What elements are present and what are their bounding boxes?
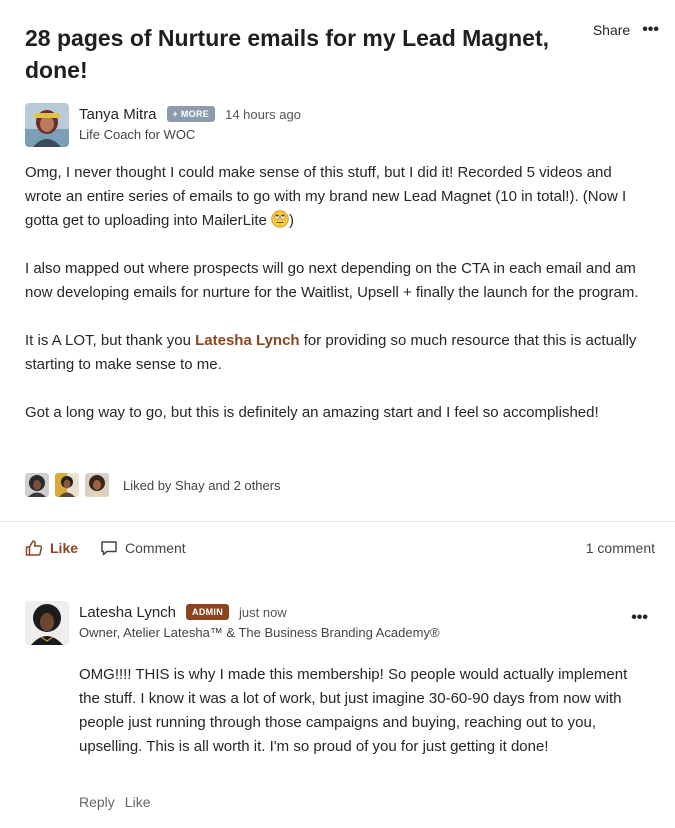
- eye-roll-emoji-icon: [271, 210, 289, 228]
- author-photo: [25, 103, 69, 147]
- share-button[interactable]: Share: [593, 22, 630, 38]
- more-options-icon[interactable]: •••: [642, 22, 659, 38]
- post-actions: Share •••: [593, 22, 659, 39]
- liker-avatar: [55, 473, 79, 497]
- comment-button[interactable]: Comment: [100, 539, 186, 557]
- like-button[interactable]: Like: [25, 539, 78, 557]
- comment-author: Latesha Lynch ADMIN just now Owner, Atel…: [25, 601, 440, 645]
- reply-button[interactable]: Reply: [79, 794, 115, 810]
- thumbs-up-icon: [25, 540, 43, 556]
- comment-timestamp: just now: [239, 604, 287, 620]
- comment-like-button[interactable]: Like: [125, 794, 151, 810]
- author-name[interactable]: Latesha Lynch: [79, 604, 176, 621]
- author-name[interactable]: Tanya Mitra: [79, 106, 157, 123]
- post-paragraph: I also mapped out where prospects will g…: [25, 260, 639, 301]
- post-paragraph: Omg, I never thought I could make sense …: [25, 164, 627, 229]
- post-paragraph: Got a long way to go, but this is defini…: [25, 404, 599, 421]
- liker-avatar: [85, 473, 109, 497]
- post-body: Omg, I never thought I could make sense …: [25, 161, 650, 449]
- avatar[interactable]: [25, 601, 69, 645]
- comment-bubble-icon: [101, 541, 117, 556]
- avatar[interactable]: [25, 103, 69, 147]
- comment-count[interactable]: 1 comment: [586, 540, 655, 556]
- post-author: Tanya Mitra + MORE 14 hours ago Life Coa…: [25, 103, 301, 147]
- member-badge[interactable]: + MORE: [166, 106, 216, 122]
- liker-avatar: [25, 473, 49, 497]
- post-action-bar: Like Comment 1 comment: [25, 537, 655, 559]
- author-subtitle: Life Coach for WOC: [79, 127, 196, 142]
- likers-row[interactable]: Liked by Shay and 2 others: [25, 473, 281, 497]
- divider: [0, 521, 675, 522]
- comment-body: OMG!!!! THIS is why I made this membersh…: [79, 666, 628, 755]
- liked-by-text[interactable]: Liked by Shay and 2 others: [123, 478, 281, 493]
- author-meta: Latesha Lynch ADMIN just now Owner, Atel…: [79, 601, 440, 645]
- author-meta: Tanya Mitra + MORE 14 hours ago Life Coa…: [79, 103, 301, 147]
- post-header: 28 pages of Nurture emails for my Lead M…: [25, 22, 585, 86]
- author-subtitle: Owner, Atelier Latesha™ & The Business B…: [79, 625, 440, 640]
- comment-more-options-icon[interactable]: •••: [631, 610, 648, 626]
- post-title: 28 pages of Nurture emails for my Lead M…: [25, 25, 550, 83]
- post-timestamp: 14 hours ago: [225, 106, 301, 122]
- comment-actions: Reply Like: [79, 794, 150, 810]
- user-mention-link[interactable]: Latesha Lynch: [195, 332, 299, 349]
- commenter-photo: [25, 601, 69, 645]
- post-paragraph: It is A LOT, but thank you Latesha Lynch…: [25, 332, 637, 373]
- admin-badge: ADMIN: [186, 604, 230, 620]
